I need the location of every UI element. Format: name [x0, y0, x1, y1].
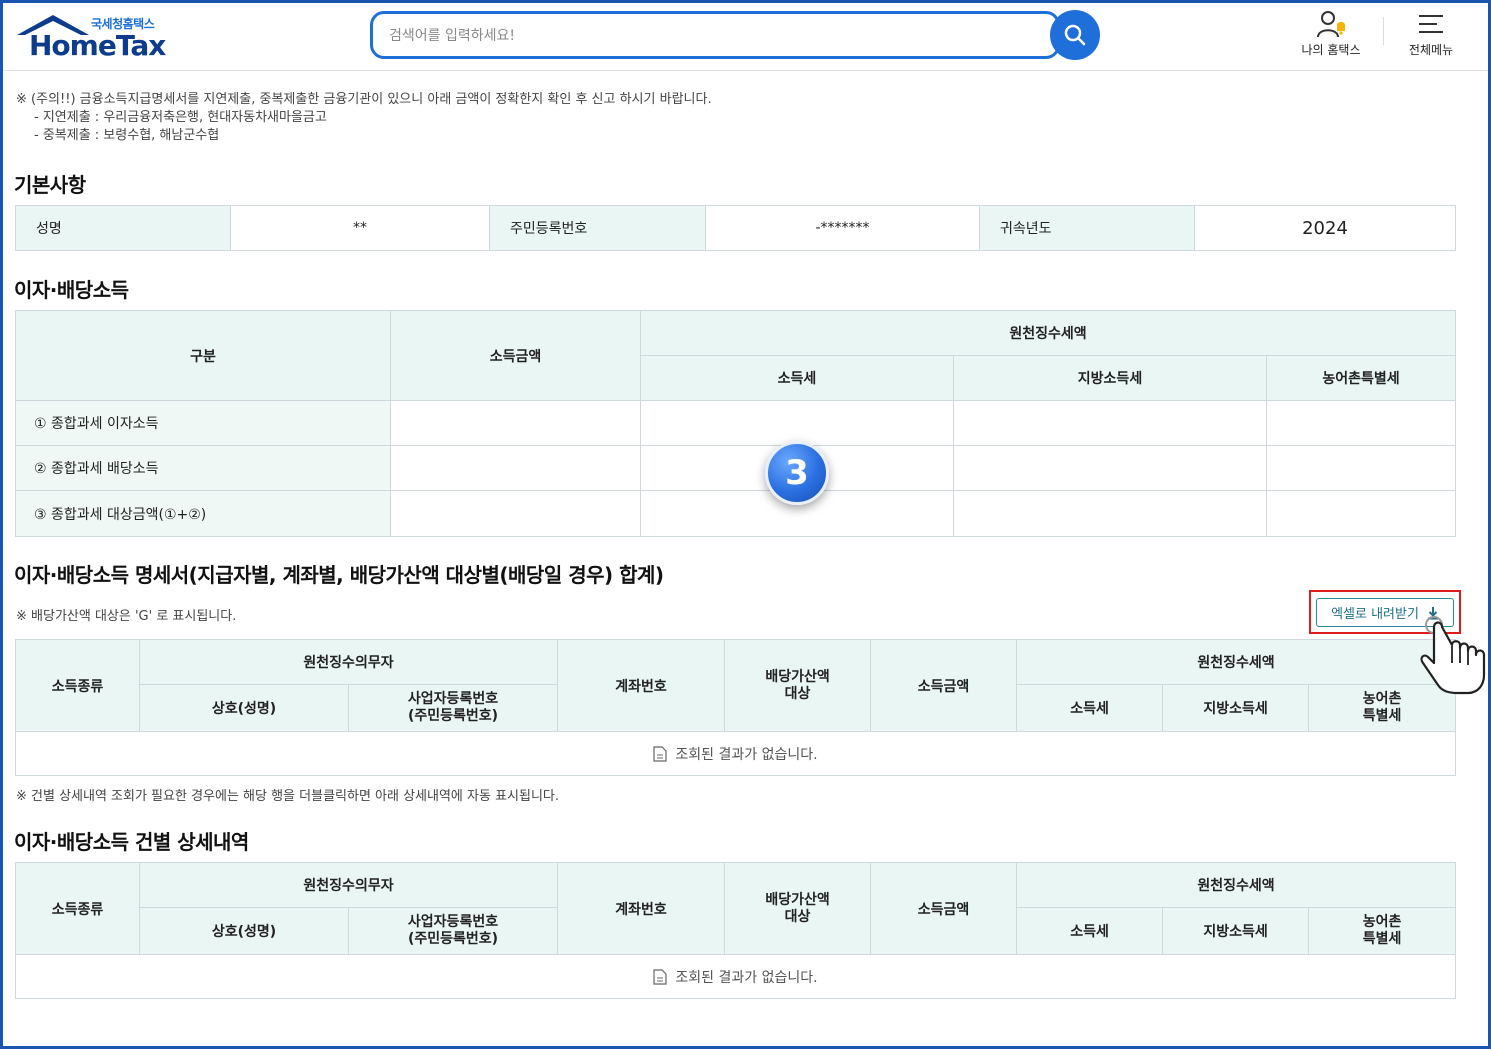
col-company: 상호(성명) — [139, 907, 349, 955]
dividend-note: ※ 배당가산액 대상은 'G' 로 표시됩니다. — [16, 609, 237, 624]
col-rural-line1: 농어촌 — [1362, 914, 1402, 930]
col-local-tax: 지방소득세 — [1162, 684, 1310, 732]
col-amount: 소득금액 — [870, 639, 1018, 732]
basic-section-title: 기본사항 — [14, 173, 86, 197]
all-menu-button[interactable]: 전체메뉴 — [1391, 7, 1471, 67]
col-rural-line1: 농어촌 — [1362, 691, 1402, 707]
row-total-label: ③ 종합과세 대상금액(①+②) — [15, 490, 391, 537]
col-local-tax: 지방소득세 — [1162, 907, 1310, 955]
name-label: 성명 — [15, 205, 231, 251]
empty-result-row: 조회된 결과가 없습니다. — [14, 954, 1457, 999]
col-rural-line2: 특별세 — [1362, 708, 1402, 724]
col-bizno-line1: 사업자등록번호 — [407, 914, 499, 930]
statement-table: 소득종류 원천징수의무자 계좌번호 배당가산액 대상 소득금액 원천징수세액 상호… — [14, 639, 1457, 776]
col-account: 계좌번호 — [557, 862, 726, 955]
basic-info-table: 성명 ** 주민등록번호 -******* 귀속년도 2024 — [15, 205, 1456, 251]
rrn-label: 주민등록번호 — [489, 205, 706, 251]
user-bell-icon — [1317, 11, 1345, 38]
col-bizno-line1: 사업자등록번호 — [407, 691, 499, 707]
col-withholding: 원천징수세액 — [1016, 639, 1457, 685]
pointing-hand-icon — [1420, 616, 1486, 695]
top-header: 국세청홈택스 HomeTax 나의 홈택스 — [3, 3, 1488, 71]
col-withholder: 원천징수의무자 — [138, 862, 559, 908]
search-icon — [1064, 24, 1086, 46]
double-click-note: ※ 건별 상세내역 조회가 필요한 경우에는 해당 행을 더블클릭하면 아래 상… — [16, 789, 560, 804]
col-rural-tax: 농어촌특별세 — [1266, 355, 1456, 401]
col-bizno: 사업자등록번호 (주민등록번호) — [347, 907, 559, 955]
cell — [1266, 400, 1456, 446]
empty-result-row: 조회된 결과가 없습니다. — [14, 731, 1457, 776]
search-input[interactable] — [389, 24, 1029, 48]
col-bizno-line2: (주민등록번호) — [407, 931, 499, 947]
notice-line: ※ (주의!!) 금융소득지급명세서를 지연제출, 중복제출한 금융기관이 있으… — [16, 92, 712, 107]
notice-block: ※ (주의!!) 금융소득지급명세서를 지연제출, 중복제출한 금융기관이 있으… — [16, 91, 712, 145]
col-account: 계좌번호 — [557, 639, 726, 732]
logo-title: HomeTax — [29, 29, 166, 62]
my-hometax-button[interactable]: 나의 홈택스 — [1291, 7, 1371, 67]
col-bizno-line2: (주민등록번호) — [407, 708, 499, 724]
col-dividend-gross-up: 배당가산액 대상 — [724, 639, 872, 732]
table-row: ③ 종합과세 대상금액(①+②) — [15, 490, 1456, 537]
row-dividend-label: ② 종합과세 배당소득 — [15, 445, 391, 491]
col-dividend-line2: 대상 — [784, 908, 811, 925]
income-section-title: 이자·배당소득 — [14, 278, 129, 302]
search-button[interactable] — [1050, 10, 1100, 60]
col-amount: 소득금액 — [390, 310, 641, 401]
cell — [390, 445, 641, 491]
notice-duplicate-line: - 중복제출 : 보령수협, 해남군수협 — [34, 128, 220, 143]
search-box — [370, 11, 1060, 59]
row-interest-label: ① 종합과세 이자소득 — [15, 400, 391, 446]
col-dividend-line1: 배당가산액 — [765, 891, 830, 908]
col-income-type: 소득종류 — [15, 639, 140, 732]
col-withholder: 원천징수의무자 — [138, 639, 559, 685]
hometax-logo[interactable]: 국세청홈택스 HomeTax — [15, 11, 175, 67]
rrn-value: -******* — [705, 205, 980, 251]
year-value: 2024 — [1194, 205, 1456, 251]
cell — [953, 490, 1267, 537]
col-withholding: 원천징수세액 — [640, 310, 1456, 356]
col-category: 구분 — [15, 310, 391, 401]
col-dividend-line2: 대상 — [784, 685, 811, 702]
cell — [953, 400, 1267, 446]
step-badge: 3 — [765, 441, 829, 505]
empty-result-text: 조회된 결과가 없습니다. — [675, 969, 818, 986]
document-icon — [653, 968, 668, 985]
cell — [390, 490, 641, 537]
name-value: ** — [230, 205, 490, 251]
col-local-tax: 지방소득세 — [953, 355, 1267, 401]
detail-section-title: 이자·배당소득 건별 상세내역 — [14, 830, 249, 854]
income-summary-table: 구분 소득금액 원천징수세액 소득세 지방소득세 농어촌특별세 ① 종합과세 이… — [15, 310, 1456, 537]
col-rural-line2: 특별세 — [1362, 931, 1402, 947]
col-bizno: 사업자등록번호 (주민등록번호) — [347, 684, 559, 732]
cell — [1266, 445, 1456, 491]
hamburger-menu-icon — [1419, 15, 1443, 33]
col-amount: 소득금액 — [870, 862, 1018, 955]
year-label: 귀속년도 — [979, 205, 1195, 251]
col-income-tax: 소득세 — [1016, 907, 1164, 955]
my-hometax-label: 나의 홈택스 — [1301, 43, 1361, 57]
col-withholding: 원천징수세액 — [1016, 862, 1457, 908]
col-rural-tax: 농어촌특별세 — [1308, 907, 1457, 955]
col-company: 상호(성명) — [139, 684, 349, 732]
cell — [1266, 490, 1456, 537]
col-dividend-line1: 배당가산액 — [765, 668, 830, 685]
notice-late-line: - 지연제출 : 우리금융저축은행, 현대자동차새마을금고 — [34, 110, 327, 125]
col-income-tax: 소득세 — [640, 355, 954, 401]
cell — [390, 400, 641, 446]
header-divider — [1383, 17, 1384, 45]
col-income-tax: 소득세 — [1016, 684, 1164, 732]
statement-section-title: 이자·배당소득 명세서(지급자별, 계좌별, 배당가산액 대상별(배당일 경우)… — [14, 563, 664, 587]
all-menu-label: 전체메뉴 — [1408, 43, 1454, 57]
excel-download-label: 엑셀로 내려받기 — [1331, 607, 1419, 622]
document-icon — [653, 745, 668, 762]
col-dividend-gross-up: 배당가산액 대상 — [724, 862, 872, 955]
table-row: ② 종합과세 배당소득 — [15, 445, 1456, 491]
col-income-type: 소득종류 — [15, 862, 140, 955]
empty-result-text: 조회된 결과가 없습니다. — [675, 746, 818, 763]
table-row: ① 종합과세 이자소득 — [15, 400, 1456, 446]
detail-table: 소득종류 원천징수의무자 계좌번호 배당가산액 대상 소득금액 원천징수세액 상호… — [14, 862, 1457, 999]
cell — [640, 400, 954, 446]
cell — [953, 445, 1267, 491]
